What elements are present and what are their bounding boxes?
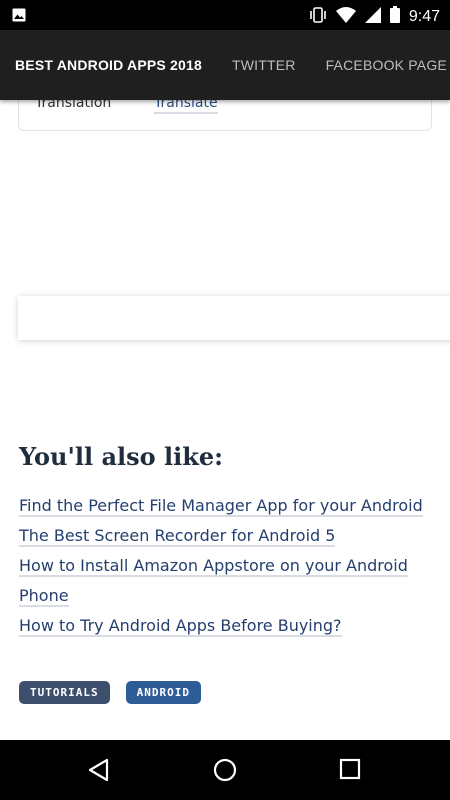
tag-list: TUTORIALS ANDROID [19, 681, 201, 704]
gallery-notification-icon [12, 8, 26, 27]
status-bar: 9:47 [0, 0, 450, 30]
tag-android[interactable]: ANDROID [125, 681, 201, 704]
ad-placeholder [18, 296, 450, 340]
system-navigation-bar [0, 740, 450, 800]
nav-link-best-android-apps[interactable]: BEST ANDROID APPS 2018 [15, 57, 202, 73]
related-link-try-apps[interactable]: How to Try Android Apps Before Buying? [19, 616, 342, 637]
signal-icon [364, 6, 381, 28]
info-card: Translation Translate [18, 100, 432, 131]
tag-tutorials[interactable]: TUTORIALS [19, 681, 110, 704]
back-button[interactable] [88, 758, 110, 787]
recents-button[interactable] [339, 758, 361, 785]
list-item: How to Install Amazon Appstore on your A… [19, 551, 429, 611]
home-button[interactable] [213, 758, 237, 787]
related-heading: You'll also like: [19, 442, 223, 471]
top-navigation: BEST ANDROID APPS 2018 TWITTER FACEBOOK … [0, 30, 450, 100]
nav-link-twitter[interactable]: TWITTER [232, 57, 296, 73]
article-content: Translation Translate You'll also like: … [0, 100, 450, 740]
list-item: The Best Screen Recorder for Android 5 [19, 521, 429, 551]
related-link-screen-recorder[interactable]: The Best Screen Recorder for Android 5 [19, 526, 336, 547]
related-link-amazon-appstore[interactable]: How to Install Amazon Appstore on your A… [19, 556, 408, 607]
related-list: Find the Perfect File Manager App for yo… [19, 491, 429, 641]
list-item: How to Try Android Apps Before Buying? [19, 611, 429, 641]
nav-link-facebook-page[interactable]: FACEBOOK PAGE [326, 57, 447, 73]
translate-link[interactable]: Translate [154, 100, 218, 114]
battery-icon [389, 6, 400, 28]
list-item: Find the Perfect File Manager App for yo… [19, 491, 429, 521]
translation-label: Translation [35, 100, 112, 111]
status-time: 9:47 [408, 8, 440, 25]
wifi-icon [335, 6, 356, 28]
related-link-file-manager[interactable]: Find the Perfect File Manager App for yo… [19, 496, 423, 517]
vibrate-icon [309, 6, 327, 28]
